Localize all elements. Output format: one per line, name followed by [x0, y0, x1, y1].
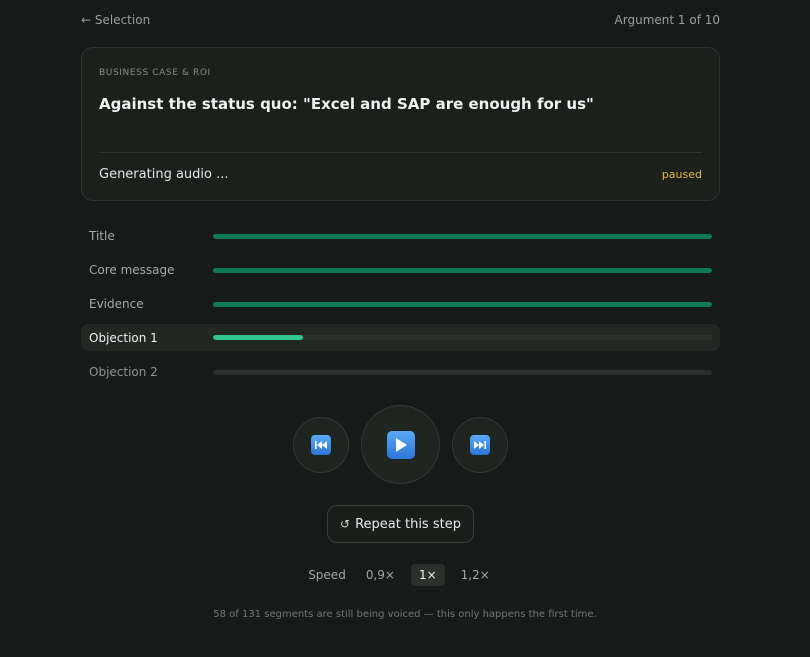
play-icon	[386, 430, 415, 459]
step-row-core-message[interactable]: Core message	[81, 253, 720, 287]
play-button[interactable]	[361, 405, 440, 484]
step-progress-track	[213, 233, 712, 239]
step-label: Objection 2	[89, 365, 158, 379]
step-label: Evidence	[89, 297, 144, 311]
speed-label: Speed	[308, 568, 346, 582]
repeat-step-label: Repeat this step	[355, 516, 461, 532]
step-progress-fill	[213, 267, 712, 273]
fast-forward-icon	[470, 435, 490, 455]
step-row-title[interactable]: Title	[81, 219, 720, 253]
step-label: Title	[89, 229, 115, 243]
repeat-step-button[interactable]: ↺ Repeat this step	[327, 505, 474, 543]
step-row-objection-1[interactable]: Objection 1	[81, 324, 720, 351]
argument-title: Against the status quo: "Excel and SAP a…	[99, 95, 594, 113]
step-list: Title Core message Evidence Objection 1 …	[81, 219, 720, 389]
argument-counter: Argument 1 of 10	[614, 13, 720, 27]
repeat-icon: ↺	[340, 517, 351, 531]
rewind-icon	[311, 435, 331, 455]
card-divider	[99, 152, 702, 153]
speed-option-1-2[interactable]: 1,2×	[453, 564, 498, 586]
speed-selector: Speed 0,9× 1× 1,2×	[0, 563, 810, 587]
step-progress-track	[213, 267, 712, 273]
step-progress-track	[213, 369, 712, 375]
argument-card: BUSINESS CASE & ROI Against the status q…	[81, 47, 720, 201]
step-progress-fill	[213, 233, 712, 239]
previous-step-button[interactable]	[293, 417, 349, 473]
step-progress-fill	[213, 335, 303, 340]
status-badge: paused	[661, 168, 702, 181]
step-progress-track	[213, 335, 712, 340]
audio-status: Generating audio ...	[99, 167, 229, 182]
step-label: Core message	[89, 263, 175, 277]
step-progress-track	[213, 301, 712, 307]
step-label: Objection 1	[89, 330, 158, 345]
step-row-evidence[interactable]: Evidence	[81, 287, 720, 321]
playback-controls	[0, 405, 810, 485]
next-step-button[interactable]	[452, 417, 508, 473]
step-row-objection-2[interactable]: Objection 2	[81, 355, 720, 389]
step-progress-fill	[213, 301, 712, 307]
speed-option-1[interactable]: 1×	[410, 564, 445, 586]
player-page: ← Selection Argument 1 of 10 BUSINESS CA…	[0, 0, 810, 657]
voicing-footnote: 58 of 131 segments are still being voice…	[213, 609, 597, 620]
back-to-selection-link[interactable]: ← Selection	[81, 13, 150, 27]
speed-option-0-9[interactable]: 0,9×	[358, 564, 403, 586]
argument-category: BUSINESS CASE & ROI	[99, 68, 211, 78]
top-bar: ← Selection Argument 1 of 10	[81, 11, 720, 29]
